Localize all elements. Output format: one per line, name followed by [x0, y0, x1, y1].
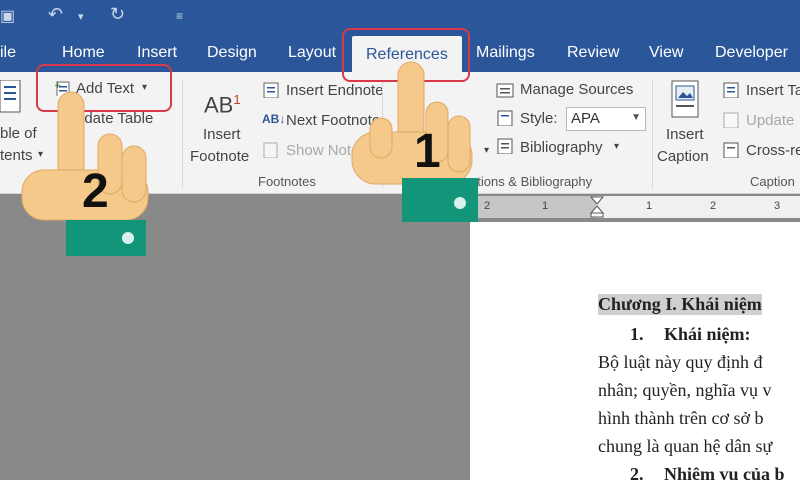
cross-reference-icon	[723, 142, 739, 158]
ruler-mark: 2	[710, 200, 717, 212]
heading-chapter: Chương I. Khái niệm	[598, 294, 762, 315]
citation-style-value: APA	[571, 110, 600, 127]
tab-insert[interactable]: Insert	[137, 44, 177, 62]
group-separator	[182, 80, 183, 188]
update-table-of-figures-button[interactable]: Update	[746, 112, 794, 129]
save-icon[interactable]: ▣	[0, 6, 15, 26]
insert-footnote-label-1[interactable]: Insert	[203, 126, 241, 143]
indent-marker-icon[interactable]	[590, 196, 604, 218]
insert-caption-icon	[671, 80, 699, 118]
tab-design[interactable]: Design	[207, 44, 257, 62]
group-captions-label: Caption	[750, 174, 795, 189]
list-number: 2.	[630, 464, 644, 480]
paragraph-line: hình thành trên cơ sở b	[598, 408, 764, 428]
insert-table-of-figures-button[interactable]: Insert Ta	[746, 82, 800, 99]
citation-style-select[interactable]: APA ▼	[566, 107, 646, 131]
insert-footnote-icon: AB1	[204, 92, 241, 118]
next-footnote-icon: AB↓	[262, 112, 286, 126]
horizontal-ruler[interactable]: 2 1 1 2 3	[470, 196, 800, 218]
step-number-2: 2	[82, 165, 109, 218]
tab-developer[interactable]: Developer	[715, 44, 788, 62]
insert-footnote-label-2[interactable]: Footnote	[190, 148, 249, 165]
bibliography-button[interactable]: Bibliography	[520, 139, 603, 156]
insert-caption-label-1[interactable]: Insert	[666, 126, 704, 143]
group-separator	[652, 80, 653, 188]
style-label: Style:	[520, 110, 558, 127]
undo-icon[interactable]: ↶	[48, 4, 63, 25]
insert-table-of-figures-icon	[723, 82, 739, 98]
ruler-mark: 1	[646, 200, 653, 212]
redo-icon[interactable]: ↻	[110, 4, 125, 25]
cross-reference-button[interactable]: Cross-re	[746, 142, 800, 159]
insert-endnote-icon	[263, 82, 279, 98]
ruler-mark: 3	[774, 200, 781, 212]
step-number-1: 1	[414, 125, 441, 178]
manage-sources-button[interactable]: Manage Sources	[520, 81, 633, 98]
undo-dropdown-icon[interactable]: ▾	[78, 10, 84, 23]
heading-task: Nhiệm vụ của b	[664, 464, 785, 480]
update-table-icon	[723, 112, 739, 128]
tab-view[interactable]: View	[649, 44, 683, 62]
insert-caption-label-2[interactable]: Caption	[657, 148, 709, 165]
group-footnotes-label: Footnotes	[258, 174, 316, 189]
tab-layout[interactable]: Layout	[288, 44, 336, 62]
bibliography-dropdown-icon[interactable]: ▾	[614, 141, 619, 152]
paragraph-line: chung là quan hệ dân sự	[598, 436, 773, 456]
ruler-mark: 1	[542, 200, 549, 212]
list-number: 1.	[630, 324, 644, 344]
document-page[interactable]: Chương I. Khái niệm 1. Khái niệm: Bộ luậ…	[470, 222, 800, 480]
tab-home[interactable]: Home	[62, 44, 105, 62]
show-notes-icon	[263, 142, 278, 158]
chevron-down-icon: ▼	[631, 112, 641, 123]
paragraph-line: Bộ luật này quy định đ	[598, 352, 763, 372]
tab-review[interactable]: Review	[567, 44, 619, 62]
heading-concept: Khái niệm:	[664, 324, 751, 344]
tab-file[interactable]: ile	[0, 44, 16, 62]
customize-icon[interactable]: ≡	[176, 9, 183, 23]
paragraph-line: nhân; quyền, nghĩa vụ v	[598, 380, 772, 400]
